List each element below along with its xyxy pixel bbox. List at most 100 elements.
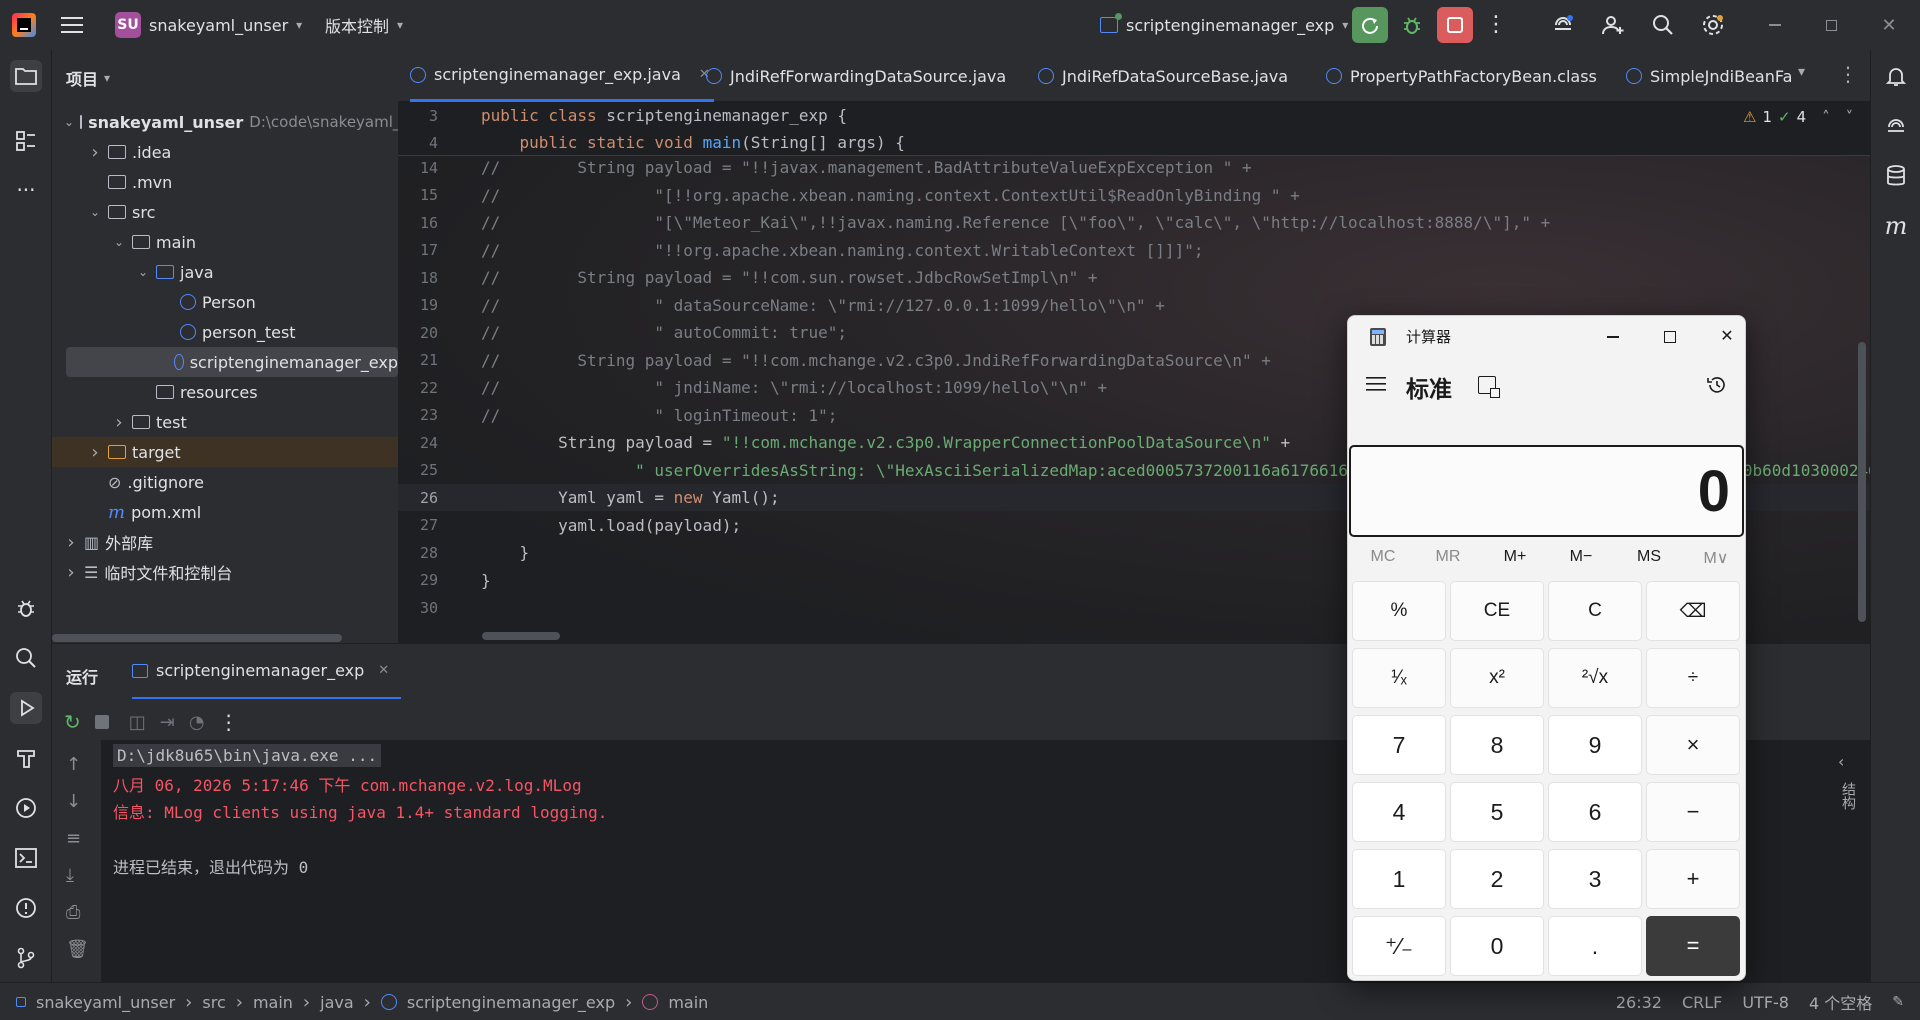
chevron-right-icon[interactable]: › [88, 142, 102, 163]
chevron-right-icon[interactable]: › [112, 412, 126, 433]
calc-key[interactable]: % [1352, 581, 1446, 641]
trash-icon[interactable]: 🗑 [66, 939, 89, 960]
file-encoding[interactable]: UTF-8 [1742, 993, 1789, 1012]
database-icon[interactable] [1880, 160, 1912, 192]
indent-setting[interactable]: 4 个空格 [1809, 990, 1872, 1014]
project-horizontal-scrollbar[interactable] [52, 634, 342, 642]
line-number[interactable]: 25 [398, 461, 438, 479]
tree-item[interactable]: resources [52, 377, 398, 407]
main-menu-icon[interactable] [60, 13, 84, 37]
tree-item[interactable]: ⌄ src [52, 197, 398, 227]
code-line[interactable]: 14 // String payload = "!!javax.managemen… [398, 154, 1870, 181]
breadcrumb-item[interactable]: main [668, 993, 708, 1012]
more-actions-icon[interactable]: ⋮ [1484, 12, 1508, 38]
editor-tab[interactable]: JndiRefDataSourceBase.java [1038, 50, 1288, 102]
run-tool-icon[interactable] [10, 692, 42, 724]
find-tool-icon[interactable] [10, 642, 42, 674]
code-line[interactable]: 15 // "[!!org.apache.xbean.naming.context… [398, 182, 1870, 209]
line-number[interactable]: 27 [398, 516, 438, 534]
calc-key[interactable]: 4 [1352, 782, 1446, 842]
calc-close-icon[interactable]: ✕ [1712, 324, 1742, 348]
line-number[interactable]: 24 [398, 434, 438, 452]
code-line[interactable]: 3 public class scriptenginemanager_exp { [398, 102, 1870, 129]
run-tab[interactable]: scriptenginemanager_exp ✕ [132, 644, 402, 699]
arrow-down-icon[interactable]: ↓ [66, 791, 89, 812]
line-number[interactable]: 23 [398, 406, 438, 424]
search-icon[interactable] [1648, 10, 1678, 40]
stop-button[interactable] [1437, 7, 1473, 43]
calc-key[interactable]: ²√x [1548, 648, 1642, 708]
thread-dump-icon[interactable]: ◔ [189, 712, 205, 733]
tree-item[interactable]: m pom.xml [52, 497, 398, 527]
arrow-up-icon[interactable]: ↑ [66, 754, 89, 775]
camera-icon[interactable]: ◫ [129, 712, 146, 733]
line-number[interactable]: 21 [398, 351, 438, 369]
calc-key[interactable]: x² [1450, 648, 1544, 708]
notifications-icon[interactable] [1880, 60, 1912, 92]
code-line[interactable]: 17 // "!!org.apache.xbean.naming.context.… [398, 237, 1870, 264]
calc-key[interactable]: CE [1450, 581, 1544, 641]
line-separator[interactable]: CRLF [1682, 993, 1722, 1012]
tree-item[interactable]: ⊘ .gitignore [52, 467, 398, 497]
history-icon[interactable] [1706, 374, 1728, 401]
structure-side-label[interactable]: 结构 [1838, 782, 1858, 810]
intellij-logo-icon[interactable] [12, 13, 36, 37]
tree-item[interactable]: ⌄ main [52, 227, 398, 257]
tree-item[interactable]: › .idea [52, 137, 398, 167]
chevron-up-icon[interactable]: ˄ [1822, 108, 1830, 126]
keep-on-top-icon[interactable] [1478, 376, 1500, 398]
services-tool-icon[interactable] [10, 792, 42, 824]
build-tool-icon[interactable] [10, 742, 42, 774]
memory-button[interactable]: M∨ [1691, 548, 1741, 568]
code-line[interactable]: 4 public static void main(String[] args)… [398, 129, 1870, 156]
structure-tool-icon[interactable] [10, 125, 42, 157]
tree-item[interactable]: › ☰ 临时文件和控制台 [52, 557, 398, 587]
debug-tool-icon[interactable] [10, 592, 42, 624]
calc-key[interactable]: = [1646, 916, 1740, 976]
calc-key[interactable]: − [1646, 782, 1740, 842]
calc-key[interactable]: ¹⁄ₓ [1352, 648, 1446, 708]
calc-key[interactable]: 7 [1352, 715, 1446, 775]
more-icon[interactable]: ⋮ [219, 710, 239, 734]
chevron-down-icon[interactable]: ⌄ [112, 235, 126, 249]
scroll-to-end-icon[interactable]: ⤓ [66, 865, 89, 886]
tree-item[interactable]: ⌄ snakeyaml_unser D:\code\snakeyaml_ [52, 107, 400, 137]
editor-vertical-scrollbar[interactable] [1858, 342, 1866, 622]
calc-key[interactable]: + [1646, 849, 1740, 909]
maven-icon[interactable]: m [1880, 210, 1912, 242]
calc-key[interactable]: 8 [1450, 715, 1544, 775]
line-number[interactable]: 19 [398, 296, 438, 314]
ai-chat-icon[interactable] [1880, 110, 1912, 142]
inspection-widget[interactable]: ⚠ 1 ✓ 4 ˄ ˅ [1743, 108, 1853, 126]
settings-gear-icon[interactable] [1698, 10, 1728, 40]
terminal-tool-icon[interactable] [10, 842, 42, 874]
caret-position[interactable]: 26:32 [1616, 993, 1662, 1012]
run-configuration-selector[interactable]: scriptenginemanager_exp ▾ [1100, 0, 1348, 50]
debug-button[interactable] [1397, 10, 1427, 40]
restore-window-icon[interactable] [1816, 12, 1846, 38]
tree-item[interactable]: scriptenginemanager_exp [66, 347, 398, 377]
chevron-right-icon[interactable]: › [64, 562, 78, 583]
calc-key[interactable]: × [1646, 715, 1740, 775]
chevron-right-icon[interactable]: › [64, 532, 78, 553]
line-number[interactable]: 29 [398, 571, 438, 589]
tree-item[interactable]: › ▥ 外部库 [52, 527, 398, 557]
breadcrumb-item[interactable]: scriptenginemanager_exp [407, 993, 615, 1012]
soft-wrap-icon[interactable]: ≡ [66, 828, 89, 849]
tabs-more-icon[interactable]: ⋮ [1838, 62, 1858, 86]
add-user-icon[interactable] [1598, 10, 1628, 40]
calc-key[interactable]: 1 [1352, 849, 1446, 909]
memory-button[interactable]: MR [1423, 548, 1473, 566]
calc-key[interactable]: 9 [1548, 715, 1642, 775]
chevron-down-icon[interactable]: ⌄ [136, 265, 150, 279]
project-tool-icon[interactable] [10, 60, 42, 92]
print-icon[interactable]: ⎙ [66, 902, 89, 923]
calc-key[interactable]: 0 [1450, 916, 1544, 976]
calc-key[interactable]: 3 [1548, 849, 1642, 909]
exit-icon[interactable]: ⇥ [160, 712, 175, 733]
tree-item[interactable]: person_test [52, 317, 398, 347]
line-number[interactable]: 3 [398, 107, 438, 125]
line-number[interactable]: 30 [398, 599, 438, 617]
line-number[interactable]: 18 [398, 269, 438, 287]
calc-menu-icon[interactable] [1366, 376, 1386, 397]
